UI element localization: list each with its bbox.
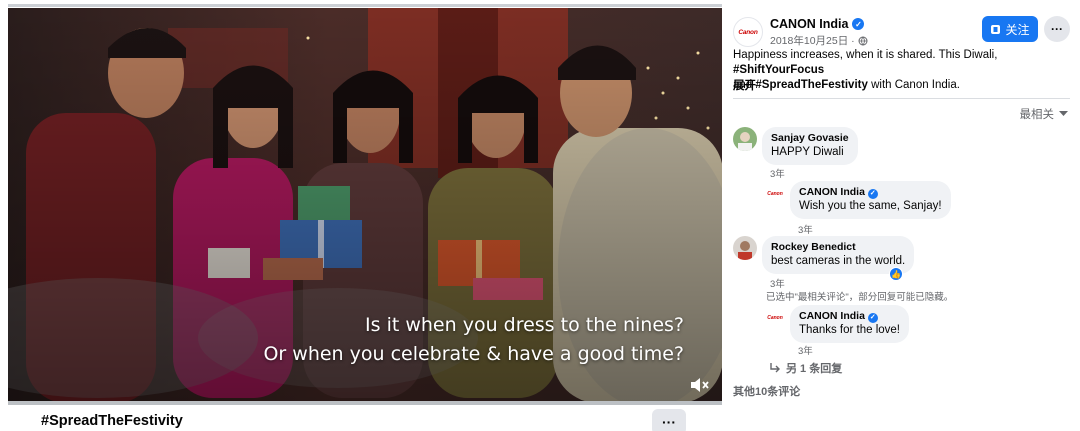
video-progress-bar[interactable] — [8, 401, 722, 405]
more-replies-label: 另 1 条回复 — [786, 363, 843, 375]
comment-text: HAPPY Diwali — [771, 146, 844, 158]
follow-label: 关注 — [1005, 22, 1030, 37]
comment-time[interactable]: 3年 — [770, 276, 785, 290]
like-reaction-icon[interactable]: 👍 — [889, 267, 903, 281]
page-avatar[interactable]: Canon — [733, 17, 763, 47]
post-body: Happiness increases, when it is shared. … — [733, 48, 1073, 93]
globe-icon — [858, 36, 868, 46]
chevron-down-icon — [1059, 111, 1068, 116]
comment-author[interactable]: Rockey Benedict — [771, 241, 905, 254]
reply-bubble: CANON India ✓ Wish you the same, Sanjay! — [790, 181, 951, 219]
reply-text: Wish you the same, Sanjay! — [799, 200, 942, 212]
post-panel: Canon CANON India ✓ 2018年10月25日 · 关注 ···… — [722, 0, 1080, 431]
reply-author-name[interactable]: CANON India — [799, 310, 865, 322]
post-more-button[interactable]: ··· — [1044, 16, 1070, 42]
follow-icon — [991, 24, 1001, 34]
reply-author[interactable]: CANON India ✓ — [799, 186, 942, 199]
comment-text: best cameras in the world. — [771, 255, 906, 267]
comment-sort-dropdown[interactable]: 最相关 — [1019, 106, 1068, 122]
post-text-part-1: Happiness increases, when it is shared. … — [733, 49, 998, 61]
video-caption-line-1: Is it when you dress to the nines? — [365, 314, 684, 336]
divider — [733, 98, 1070, 99]
commenter-avatar[interactable] — [733, 127, 757, 151]
post-viewer: Is it when you dress to the nines? Or wh… — [0, 0, 1080, 431]
follow-button[interactable]: 关注 — [982, 16, 1038, 42]
page-name[interactable]: CANON India ✓ — [770, 17, 865, 31]
canon-logo-text: Canon — [767, 315, 783, 321]
reply-time[interactable]: 3年 — [798, 222, 813, 236]
video-top-border — [8, 4, 722, 7]
video-hashtag-title[interactable]: #SpreadTheFestivity — [41, 413, 183, 429]
reply-author[interactable]: CANON India ✓ — [799, 310, 900, 323]
hashtag-link-2[interactable]: #SpreadTheFestivity — [755, 79, 867, 91]
verified-badge-icon: ✓ — [867, 188, 878, 199]
video-more-button[interactable]: ··· — [652, 409, 686, 431]
reply-author-name[interactable]: CANON India — [799, 186, 865, 198]
reply-avatar[interactable]: Canon — [764, 307, 786, 329]
post-date-text[interactable]: 2018年10月25日 · — [770, 33, 855, 48]
post-date[interactable]: 2018年10月25日 · — [770, 33, 868, 48]
expand-post-link[interactable]: 展开 — [733, 77, 756, 93]
hidden-replies-notice: 已选中"最相关评论"，部分回复可能已隐藏。 — [766, 292, 954, 303]
view-other-comments-link[interactable]: 其他10条评论 — [733, 383, 800, 399]
comment-time[interactable]: 3年 — [770, 166, 785, 180]
comment-bubble: Sanjay Govasie HAPPY Diwali — [762, 127, 858, 165]
hashtag-link-1[interactable]: #ShiftYourFocus — [733, 64, 824, 76]
canon-logo-text: Canon — [767, 191, 783, 197]
comment-author[interactable]: Sanjay Govasie — [771, 132, 849, 145]
reply-avatar[interactable]: Canon — [764, 183, 786, 205]
reply-text: Thanks for the love! — [799, 324, 900, 336]
canon-logo-text: Canon — [738, 28, 758, 36]
speaker-muted-icon[interactable] — [688, 375, 710, 395]
reply-bubble: CANON India ✓ Thanks for the love! — [790, 305, 909, 343]
verified-badge-icon: ✓ — [867, 312, 878, 323]
sort-label: 最相关 — [1019, 109, 1055, 121]
verified-badge-icon: ✓ — [852, 18, 865, 30]
post-text-part-2: with Canon India. — [871, 79, 960, 91]
view-more-replies-link[interactable]: 另 1 条回复 — [770, 360, 842, 376]
commenter-avatar[interactable] — [733, 236, 757, 260]
reply-arrow-icon — [770, 363, 780, 373]
video-caption-line-2: Or when you celebrate & have a good time… — [263, 343, 684, 365]
video-player[interactable]: Is it when you dress to the nines? Or wh… — [8, 8, 722, 401]
page-name-text[interactable]: CANON India — [770, 17, 848, 31]
reply-time[interactable]: 3年 — [798, 343, 813, 357]
